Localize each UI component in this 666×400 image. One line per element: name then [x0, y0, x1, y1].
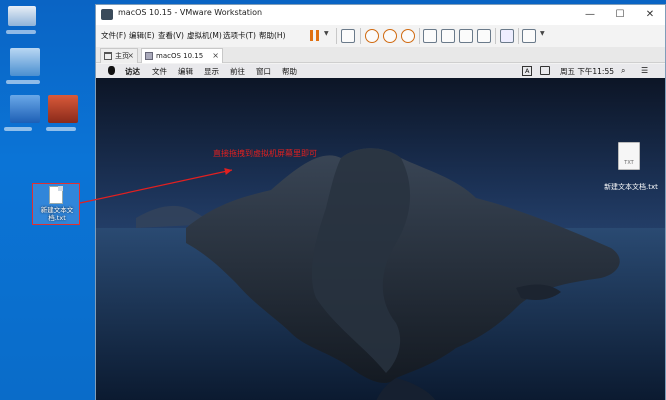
snapshot-icon[interactable]: [365, 29, 379, 43]
window-title: macOS 10.15 - VMware Workstation: [118, 8, 263, 17]
pause-icon: [316, 30, 319, 41]
close-button[interactable]: ✕: [635, 5, 665, 25]
desktop-app-icon[interactable]: [10, 95, 40, 123]
vm-icon: [145, 52, 153, 60]
mac-menu-window[interactable]: 窗口: [256, 66, 271, 77]
text-file-icon: [49, 186, 63, 204]
mac-menu-finder[interactable]: 访达: [125, 66, 140, 77]
mac-menu-file[interactable]: 文件: [152, 66, 167, 77]
desktop-icon-label: [46, 127, 76, 131]
toolbar-separator: [495, 28, 496, 44]
annotation-text: 直接拖拽到虚拟机屏幕里即可: [213, 149, 317, 158]
stretch-icon[interactable]: [522, 29, 536, 43]
apple-logo-icon[interactable]: [108, 66, 115, 75]
toolbar-separator: [419, 28, 420, 44]
desktop-icon-label: [4, 127, 32, 131]
file-extension: TXT: [624, 160, 634, 166]
menu-vm[interactable]: 虚拟机(M): [187, 30, 222, 41]
desktop-app-icon[interactable]: [48, 95, 78, 123]
home-icon: [104, 52, 112, 60]
macos-file-label: 新建文本文档.txt: [604, 183, 658, 191]
console-icon[interactable]: [500, 29, 514, 43]
vmware-logo-icon: [101, 9, 113, 20]
vmware-window: macOS 10.15 - VMware Workstation — ☐ ✕ 文…: [95, 4, 666, 400]
menu-bar: 文件(F) 编辑(E) 查看(V) 虚拟机(M) 选项卡(T) 帮助(H) ▼ …: [96, 25, 665, 47]
toolbar-separator: [518, 28, 519, 44]
toolbar-separator: [336, 28, 337, 44]
display-icon[interactable]: [540, 66, 550, 75]
menu-file[interactable]: 文件(F): [101, 30, 126, 41]
revert-snapshot-icon[interactable]: [383, 29, 397, 43]
vm-guest-screen[interactable]: 访达 文件 编辑 显示 前往 窗口 帮助 A 周五 下午11:55 ⌕ ☰ TX…: [96, 64, 665, 400]
desktop-app-icon[interactable]: [10, 48, 40, 76]
snapshot-manager-icon[interactable]: [401, 29, 415, 43]
thumbnail-icon[interactable]: [441, 29, 455, 43]
search-icon[interactable]: ⌕: [621, 66, 625, 76]
menubar-clock[interactable]: 周五 下午11:55: [560, 66, 614, 77]
desktop-app-icon[interactable]: [8, 6, 36, 26]
pause-icon: [310, 30, 313, 41]
catalina-wallpaper: [96, 78, 665, 400]
menu-list-icon[interactable]: ☰: [641, 66, 648, 75]
macos-menu-bar: 访达 文件 编辑 显示 前往 窗口 帮助 A 周五 下午11:55 ⌕ ☰: [96, 64, 665, 78]
tab-bar: 主页 × macOS 10.15 ×: [96, 47, 665, 63]
menu-help[interactable]: 帮助(H): [259, 30, 286, 41]
unity-icon[interactable]: [477, 29, 491, 43]
menu-view[interactable]: 查看(V): [158, 30, 184, 41]
menu-edit[interactable]: 编辑(E): [129, 30, 155, 41]
toolbar-separator: [360, 28, 361, 44]
sidebar-icon[interactable]: [423, 29, 437, 43]
send-ctrl-alt-del-icon[interactable]: [341, 29, 355, 43]
fullscreen-icon[interactable]: [459, 29, 473, 43]
desktop-txt-file[interactable]: 新建文本文档.txt: [32, 183, 80, 225]
input-method-indicator[interactable]: A: [522, 66, 533, 76]
maximize-button[interactable]: ☐: [605, 5, 635, 25]
mac-menu-go[interactable]: 前往: [230, 66, 245, 77]
close-tab-icon[interactable]: ×: [212, 49, 219, 63]
desktop-icon-label: [6, 30, 36, 34]
macos-desktop-file[interactable]: TXT 新建文本文档.txt: [596, 142, 665, 192]
desktop-icon-label: [6, 80, 40, 84]
tab-macos-label: macOS 10.15: [156, 52, 204, 60]
mac-menu-edit[interactable]: 编辑: [178, 66, 193, 77]
title-bar[interactable]: macOS 10.15 - VMware Workstation — ☐ ✕: [96, 5, 665, 25]
mac-menu-view[interactable]: 显示: [204, 66, 219, 77]
minimize-button[interactable]: —: [575, 5, 605, 25]
desktop-file-label: 新建文本文档.txt: [40, 206, 74, 222]
tab-home[interactable]: 主页 ×: [100, 48, 138, 63]
menu-tabs[interactable]: 选项卡(T): [223, 30, 256, 41]
chevron-down-icon[interactable]: ▼: [324, 30, 329, 37]
chevron-down-icon[interactable]: ▼: [540, 30, 545, 37]
mac-menu-help[interactable]: 帮助: [282, 66, 297, 77]
tab-macos[interactable]: macOS 10.15 ×: [141, 48, 223, 63]
close-tab-icon[interactable]: ×: [127, 49, 134, 63]
